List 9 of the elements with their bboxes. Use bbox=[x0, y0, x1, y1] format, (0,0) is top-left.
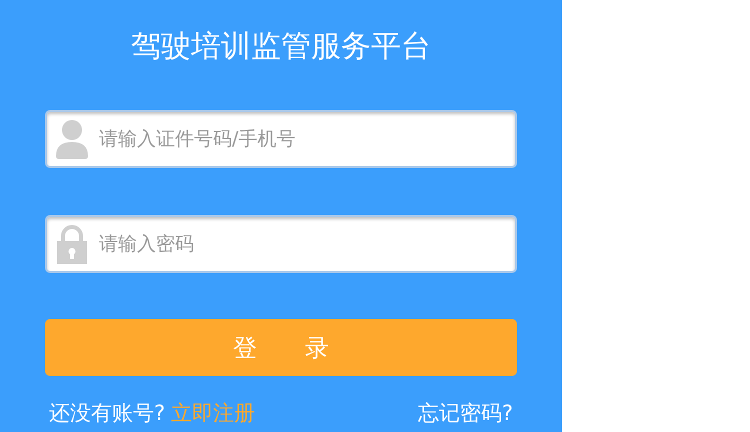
forgot-password-link[interactable]: 忘记密码? bbox=[418, 398, 513, 428]
login-button[interactable]: 登 录 bbox=[45, 319, 517, 376]
password-field[interactable]: 请输入密码 bbox=[45, 215, 517, 273]
register-link[interactable]: 立即注册 bbox=[171, 398, 256, 428]
register-prompt: 还没有账号? bbox=[49, 400, 166, 427]
lock-icon bbox=[55, 224, 89, 264]
account-field[interactable]: 请输入证件号码/手机号 bbox=[45, 110, 517, 168]
user-icon bbox=[55, 119, 89, 159]
app-title: 驾驶培训监管服务平台 bbox=[131, 28, 431, 66]
